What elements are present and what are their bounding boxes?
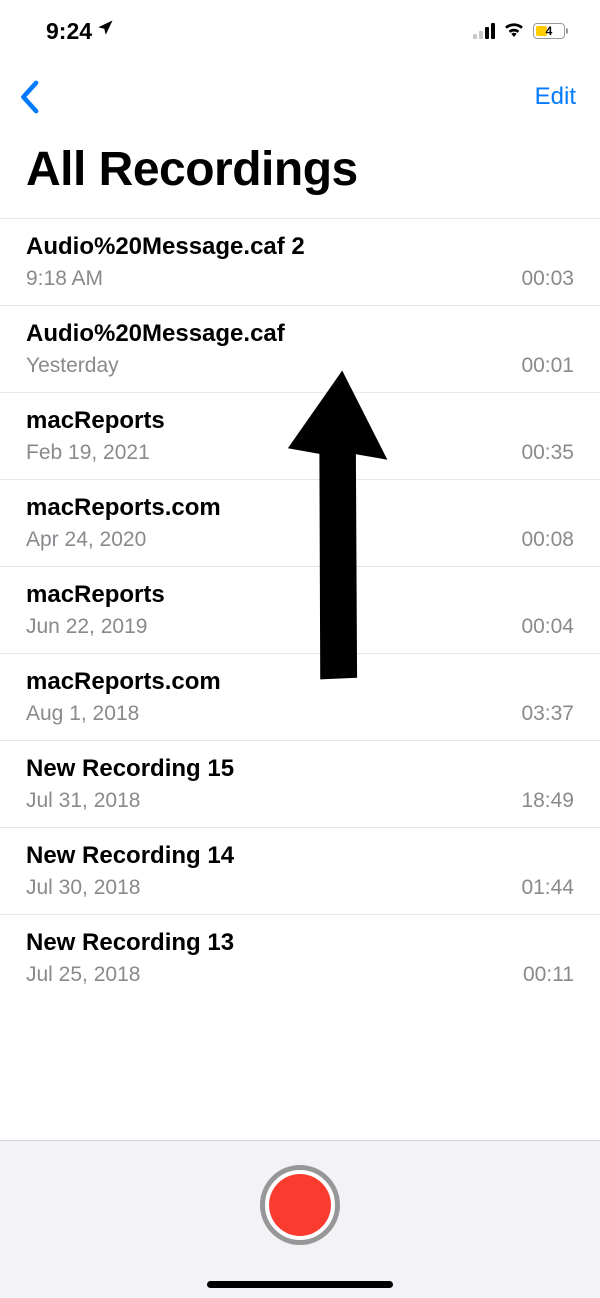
edit-button[interactable]: Edit (535, 83, 576, 111)
recording-duration: 00:01 (521, 354, 574, 378)
recording-title: Audio%20Message.caf 2 (26, 233, 574, 261)
status-left: 9:24 (46, 18, 114, 45)
recording-duration: 03:37 (521, 702, 574, 726)
recording-title: Audio%20Message.caf (26, 320, 574, 348)
recording-item[interactable]: Audio%20Message.caf 2 9:18 AM 00:03 (0, 218, 600, 305)
back-button[interactable] (18, 80, 40, 114)
recording-item[interactable]: macReports Feb 19, 2021 00:35 (0, 392, 600, 479)
recording-title: macReports (26, 407, 574, 435)
recording-date: 9:18 AM (26, 267, 103, 291)
recording-title: New Recording 14 (26, 842, 574, 870)
recordings-list: Audio%20Message.caf 29:18 AM00:03Audio%2… (0, 218, 600, 1001)
battery-icon: 4 (533, 23, 568, 39)
status-right: 4 (473, 21, 568, 42)
recording-item[interactable]: Audio%20Message.caf Yesterday 00:01 (0, 305, 600, 392)
recording-duration: 00:08 (521, 528, 574, 552)
nav-bar: Edit (0, 56, 600, 120)
recording-title: New Recording 13 (26, 929, 574, 957)
recording-meta: Aug 1, 2018 03:37 (26, 702, 574, 726)
recording-date: Jul 30, 2018 (26, 876, 140, 900)
recording-meta: Feb 19, 2021 00:35 (26, 441, 574, 465)
recording-date: Jul 31, 2018 (26, 789, 140, 813)
recording-duration: 00:35 (521, 441, 574, 465)
page-title: All Recordings (0, 120, 600, 215)
recording-date: Yesterday (26, 354, 119, 378)
recording-date: Apr 24, 2020 (26, 528, 146, 552)
recording-date: Feb 19, 2021 (26, 441, 150, 465)
recording-item[interactable]: macReports.com Apr 24, 2020 00:08 (0, 479, 600, 566)
home-indicator[interactable] (207, 1281, 393, 1288)
cellular-signal-icon (473, 23, 495, 39)
recording-item[interactable]: New Recording 14 Jul 30, 2018 01:44 (0, 827, 600, 914)
recordings-list-container[interactable]: Audio%20Message.caf 29:18 AM00:03Audio%2… (0, 218, 600, 1140)
wifi-icon (503, 21, 525, 42)
record-icon (269, 1174, 331, 1236)
recording-date: Aug 1, 2018 (26, 702, 139, 726)
recording-date: Jul 25, 2018 (26, 963, 140, 987)
recording-title: New Recording 15 (26, 755, 574, 783)
recording-date: Jun 22, 2019 (26, 615, 147, 639)
recording-meta: Jun 22, 2019 00:04 (26, 615, 574, 639)
record-button[interactable] (260, 1165, 340, 1245)
location-icon (96, 19, 114, 43)
recording-duration: 00:04 (521, 615, 574, 639)
recording-meta: Jul 30, 2018 01:44 (26, 876, 574, 900)
recording-meta: Jul 25, 2018 00:11 (26, 963, 574, 987)
recording-title: macReports.com (26, 494, 574, 522)
recording-meta: Yesterday 00:01 (26, 354, 574, 378)
recording-meta: Apr 24, 2020 00:08 (26, 528, 574, 552)
recording-title: macReports (26, 581, 574, 609)
recording-meta: Jul 31, 2018 18:49 (26, 789, 574, 813)
recording-duration: 00:03 (521, 267, 574, 291)
recording-item[interactable]: New Recording 13 Jul 25, 2018 00:11 (0, 914, 600, 1001)
recording-duration: 18:49 (521, 789, 574, 813)
recording-meta: 9:18 AM 00:03 (26, 267, 574, 291)
recording-item[interactable]: macReports Jun 22, 2019 00:04 (0, 566, 600, 653)
recording-title: macReports.com (26, 668, 574, 696)
bottom-toolbar (0, 1140, 600, 1298)
recording-item[interactable]: New Recording 15 Jul 31, 2018 18:49 (0, 740, 600, 827)
recording-item[interactable]: macReports.com Aug 1, 2018 03:37 (0, 653, 600, 740)
battery-percent: 4 (546, 24, 553, 38)
status-time: 9:24 (46, 18, 92, 45)
status-bar: 9:24 4 (0, 0, 600, 56)
recording-duration: 00:11 (523, 963, 574, 987)
recording-duration: 01:44 (521, 876, 574, 900)
